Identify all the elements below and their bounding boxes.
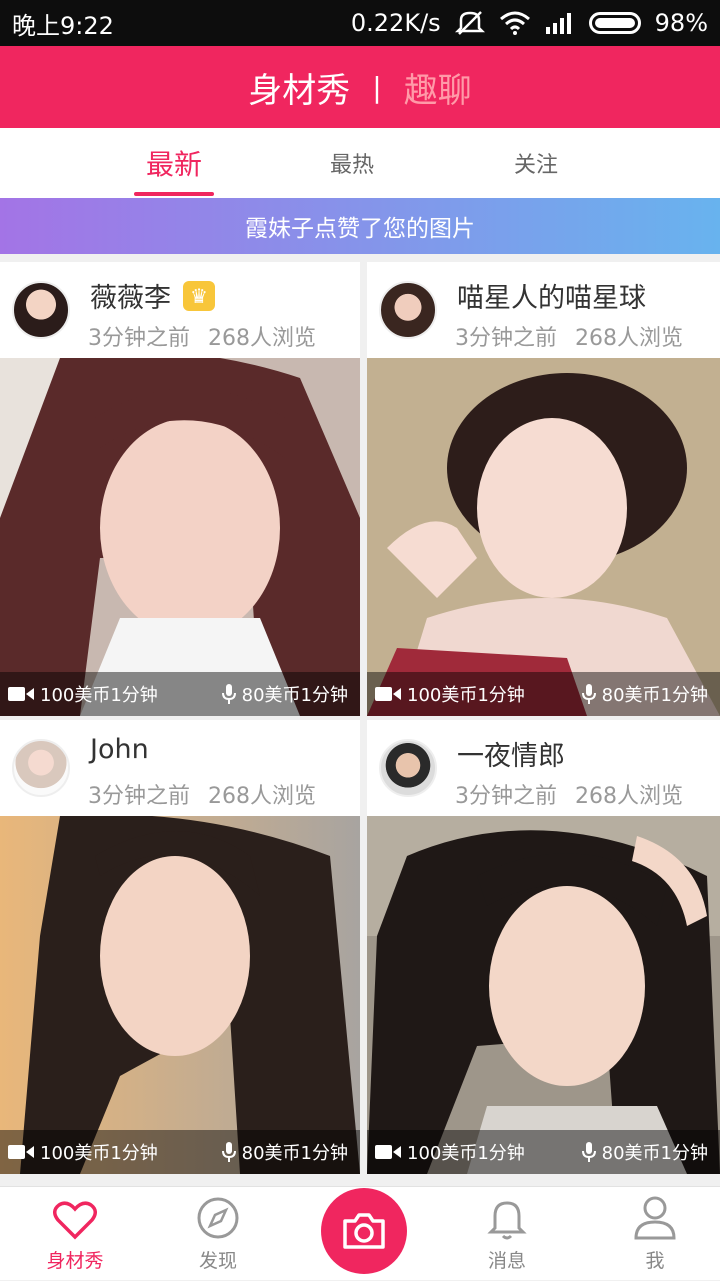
status-time: 晚上9:22 [12,11,114,40]
post-photo[interactable]: 100美币1分钟 80美币1分钟 [367,358,720,716]
user-name[interactable]: 喵星人的喵星球 [457,276,646,315]
price-bar: 100美币1分钟 80美币1分钟 [0,672,360,716]
microphone-icon [581,684,596,704]
status-bar: 晚上9:22 0.22K/s 98% [0,0,720,46]
video-icon [375,687,401,701]
battery-level: 98% [654,9,708,37]
nav-label: 消息 [487,1250,526,1272]
camera-icon [343,1213,385,1249]
compass-icon [197,1197,239,1239]
tab-chat[interactable]: 趣聊 [404,63,472,112]
post-time: 3分钟之前 [88,326,190,351]
photo-image [0,816,360,1174]
tab-following[interactable]: 关注 [496,128,576,198]
post-card[interactable]: 薇薇李 ♛ 3分钟之前 268人浏览 100美币1分钟 80美币1分钟 [0,262,360,716]
post-header: 薇薇李 ♛ 3分钟之前 268人浏览 [0,262,360,358]
signal-icon [545,13,571,34]
user-name[interactable]: 薇薇李 [90,276,171,315]
price-bar: 100美币1分钟 80美币1分钟 [367,672,720,716]
sub-tabs: 最新 最热 关注 [0,128,720,198]
view-count: 268人浏览 [575,784,683,809]
post-photo[interactable]: 100美币1分钟 80美币1分钟 [367,816,720,1174]
microphone-icon [581,1142,596,1162]
user-name[interactable]: 一夜情郎 [457,734,565,773]
tab-following-label: 关注 [513,153,558,178]
top-bar: 身材秀 | 趣聊 [0,46,720,128]
bell-icon [487,1201,527,1240]
voice-price: 80美币1分钟 [601,1143,708,1164]
avatar[interactable] [379,739,437,797]
post-header: 一夜情郎 3分钟之前 268人浏览 [367,720,720,816]
voice-price: 80美币1分钟 [601,685,708,706]
wifi-icon [499,11,530,35]
video-price: 100美币1分钟 [40,1143,158,1164]
post-time: 3分钟之前 [455,784,557,809]
nav-label: 身材秀 [46,1250,104,1272]
price-bar: 100美币1分钟 80美币1分钟 [367,1130,720,1174]
microphone-icon [221,1142,236,1162]
tab-hot-label: 最热 [329,153,374,178]
title-separator: | [372,70,382,104]
post-header: 喵星人的喵星球 3分钟之前 268人浏览 [367,262,720,358]
camera-button[interactable] [321,1188,407,1274]
nav-body-show[interactable]: 身材秀 [20,1187,130,1281]
microphone-icon [221,684,236,704]
like-notification-banner[interactable]: 霞妹子点赞了您的图片 [0,198,720,254]
tab-body-show[interactable]: 身材秀 [248,63,350,112]
post-time: 3分钟之前 [455,326,557,351]
tab-latest-label: 最新 [145,148,202,181]
photo-image [0,358,360,716]
voice-price: 80美币1分钟 [241,685,348,706]
video-icon [8,687,34,701]
crown-icon: ♛ [183,280,215,311]
price-bar: 100美币1分钟 80美币1分钟 [0,1130,360,1174]
post-card[interactable]: 一夜情郎 3分钟之前 268人浏览 100美币1分钟 80美币1分钟 [367,720,720,1174]
nav-messages[interactable]: 消息 [452,1187,562,1281]
video-price: 100美币1分钟 [407,1143,525,1164]
post-card[interactable]: John 3分钟之前 268人浏览 100美币1分钟 80美币1分钟 [0,720,360,1174]
video-price: 100美币1分钟 [40,685,158,706]
nav-label: 发现 [198,1250,237,1272]
post-time: 3分钟之前 [88,784,190,809]
video-icon [8,1145,34,1159]
avatar[interactable] [12,281,70,339]
tab-active-indicator [134,192,214,196]
notification-text: 霞妹子点赞了您的图片 [245,216,475,242]
view-count: 268人浏览 [208,326,316,351]
photo-image [367,816,720,1174]
post-card[interactable]: 喵星人的喵星球 3分钟之前 268人浏览 100美币1分钟 80美币1分钟 [367,262,720,716]
video-price: 100美币1分钟 [407,685,525,706]
nav-label: 我 [645,1250,665,1272]
mute-icon [454,11,485,35]
tab-latest[interactable]: 最新 [134,128,214,198]
video-icon [375,1145,401,1159]
avatar[interactable] [12,739,70,797]
nav-discover[interactable]: 发现 [163,1187,273,1281]
heart-icon [53,1201,97,1240]
battery-icon [588,12,641,34]
user-icon [634,1196,676,1240]
nav-me[interactable]: 我 [600,1187,710,1281]
network-speed: 0.22K/s [350,9,441,37]
photo-image [367,358,720,716]
post-photo[interactable]: 100美币1分钟 80美币1分钟 [0,816,360,1174]
post-header: John 3分钟之前 268人浏览 [0,720,360,816]
voice-price: 80美币1分钟 [241,1143,348,1164]
view-count: 268人浏览 [208,784,316,809]
view-count: 268人浏览 [575,326,683,351]
tab-hot[interactable]: 最热 [312,128,392,198]
user-name[interactable]: John [90,734,149,765]
post-photo[interactable]: 100美币1分钟 80美币1分钟 [0,358,360,716]
avatar[interactable] [379,281,437,339]
